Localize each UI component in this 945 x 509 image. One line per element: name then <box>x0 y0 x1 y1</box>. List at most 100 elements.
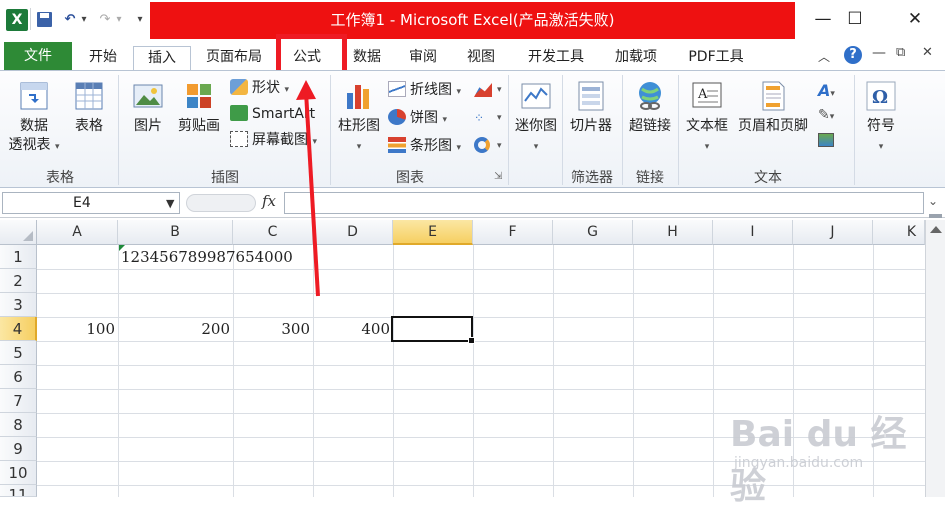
redo-icon[interactable]: ↷ <box>95 10 115 30</box>
wordart-icon[interactable]: A▾ <box>818 81 835 100</box>
column-header-h[interactable]: H <box>633 220 713 245</box>
line-chart-button[interactable]: 折线图 ▾ <box>388 81 461 101</box>
customize-toolbar-icon[interactable]: ▾ <box>134 10 146 30</box>
chevron-down-icon[interactable]: ▾ <box>497 113 502 123</box>
header-footer-button[interactable]: 页眉和页脚 <box>734 79 812 136</box>
tab-review[interactable]: 审阅 <box>400 46 446 70</box>
dialog-launcher-icon[interactable]: ⇲ <box>494 171 502 182</box>
pie-chart-label: 饼图 <box>410 110 438 126</box>
ribbon-restore-icon[interactable]: ⧉ <box>896 45 905 60</box>
row-header-8[interactable]: 8 <box>0 413 37 437</box>
row-header-3[interactable]: 3 <box>0 293 37 317</box>
screenshot-button[interactable]: 屏幕截图 ▾ <box>230 131 317 151</box>
column-header-j[interactable]: J <box>793 220 873 245</box>
pivot-table-button[interactable]: 数据 透视表 ▾ <box>6 79 62 157</box>
active-cell-e4[interactable] <box>391 316 475 344</box>
tab-insert[interactable]: 插入 <box>133 46 191 71</box>
split-handle[interactable] <box>929 214 942 218</box>
group-separator <box>562 75 563 185</box>
row-header-1[interactable]: 1 <box>0 245 37 269</box>
tab-developer[interactable]: 开发工具 <box>516 46 596 70</box>
formula-bar-resize-handle[interactable] <box>186 194 256 212</box>
cell-b1[interactable]: 12345678998765400​0 <box>121 245 293 269</box>
insert-function-button[interactable]: fx <box>262 192 276 210</box>
ribbon-close-icon[interactable]: ✕ <box>922 45 933 60</box>
symbol-button[interactable]: Ω 符号 ▾ <box>858 79 904 157</box>
clipart-button[interactable]: 剪贴画 <box>174 79 224 136</box>
tab-home[interactable]: 开始 <box>80 46 126 70</box>
cell-d4[interactable]: 400 <box>313 317 390 341</box>
scroll-up-arrow-icon[interactable] <box>930 226 942 233</box>
tab-pdf-tools[interactable]: PDF工具 <box>680 46 752 70</box>
help-icon[interactable]: ? <box>844 46 862 64</box>
pie-chart-button[interactable]: 饼图 ▾ <box>388 109 447 129</box>
bar-chart-button[interactable]: 条形图 ▾ <box>388 137 461 157</box>
row-header-6[interactable]: 6 <box>0 365 37 389</box>
column-header-b[interactable]: B <box>118 220 233 245</box>
column-header-i[interactable]: I <box>713 220 793 245</box>
sparkline-button[interactable]: 迷你图 ▾ <box>512 79 560 157</box>
select-all-corner[interactable] <box>0 220 37 245</box>
column-chart-button[interactable]: 柱形图 ▾ <box>334 79 384 157</box>
title-bar: X ↶ ▾ ↷ ▾ ▾ 工作簿1 - Microsoft Excel(产品激活失… <box>0 0 945 40</box>
undo-dropdown-icon[interactable]: ▾ <box>78 10 90 30</box>
object-icon[interactable] <box>818 133 834 147</box>
column-chart-label: 柱形图 <box>338 118 380 134</box>
bar-chart-label: 条形图 <box>410 138 452 154</box>
slicer-button[interactable]: 切片器 <box>566 79 616 136</box>
tab-addins[interactable]: 加载项 <box>606 46 666 70</box>
name-box-dropdown-icon[interactable]: ▼ <box>166 197 174 210</box>
expand-formula-bar-icon[interactable]: ⌄ <box>928 194 938 208</box>
textbox-icon: A <box>692 82 722 108</box>
save-icon[interactable] <box>37 12 52 27</box>
tab-data[interactable]: 数据 <box>344 46 390 70</box>
chevron-down-icon[interactable]: ▾ <box>497 85 502 95</box>
row-header-11[interactable]: 11 <box>0 485 37 497</box>
column-header-a[interactable]: A <box>37 220 118 245</box>
excel-logo-icon[interactable]: X <box>6 9 28 31</box>
maximize-button[interactable]: ☐ <box>832 4 878 34</box>
worksheet-grid: A B C D E F G H I J K 1 2 3 4 5 6 7 8 9 … <box>0 214 945 507</box>
cell-c4[interactable]: 300 <box>233 317 310 341</box>
textbox-button[interactable]: A 文本框 ▾ <box>682 79 732 157</box>
close-button[interactable]: ✕ <box>892 4 938 34</box>
signature-line-icon[interactable]: ✎▾ <box>818 107 834 123</box>
tab-view[interactable]: 视图 <box>458 46 504 70</box>
tab-page-layout[interactable]: 页面布局 <box>198 46 270 70</box>
row-header-10[interactable]: 10 <box>0 461 37 485</box>
picture-button[interactable]: 图片 <box>124 79 172 136</box>
baidu-watermark: Bai du 经验 jingyan.baidu.com <box>730 395 930 507</box>
row-header-7[interactable]: 7 <box>0 389 37 413</box>
redo-dropdown-icon[interactable]: ▾ <box>113 10 125 30</box>
name-box[interactable]: E4 <box>2 192 180 214</box>
column-header-d[interactable]: D <box>313 220 393 245</box>
gridline <box>37 269 925 270</box>
row-header-4[interactable]: 4 <box>0 317 37 341</box>
tab-file[interactable]: 文件 <box>4 42 72 70</box>
hyperlink-button[interactable]: 超链接 <box>625 79 675 136</box>
formula-input[interactable] <box>284 192 924 214</box>
pivot-table-label-1: 数据 <box>20 118 48 134</box>
column-header-f[interactable]: F <box>473 220 553 245</box>
table-button[interactable]: 表格 <box>66 79 112 136</box>
collapse-ribbon-icon[interactable]: ︿ <box>818 48 830 65</box>
column-header-e[interactable]: E <box>393 220 473 245</box>
cell-a4[interactable]: 100 <box>37 317 115 341</box>
area-chart-icon[interactable] <box>474 83 492 97</box>
smartart-button[interactable]: SmartArt <box>230 105 315 123</box>
ribbon-minimize-icon[interactable]: — <box>872 45 886 61</box>
scatter-chart-icon[interactable]: ⁘ <box>474 111 484 125</box>
row-header-5[interactable]: 5 <box>0 341 37 365</box>
chevron-down-icon[interactable]: ▾ <box>497 141 502 151</box>
group-label-links: 链接 <box>636 170 664 186</box>
column-header-c[interactable]: C <box>233 220 313 245</box>
row-header-9[interactable]: 9 <box>0 437 37 461</box>
row-header-2[interactable]: 2 <box>0 269 37 293</box>
chevron-down-icon: ▾ <box>456 87 461 97</box>
column-header-k[interactable]: K <box>873 220 925 245</box>
other-charts-icon[interactable] <box>474 137 490 153</box>
cell-b4[interactable]: 200 <box>118 317 230 341</box>
shapes-button[interactable]: 形状 ▾ <box>230 79 289 99</box>
undo-icon[interactable]: ↶ <box>60 10 80 30</box>
column-header-g[interactable]: G <box>553 220 633 245</box>
